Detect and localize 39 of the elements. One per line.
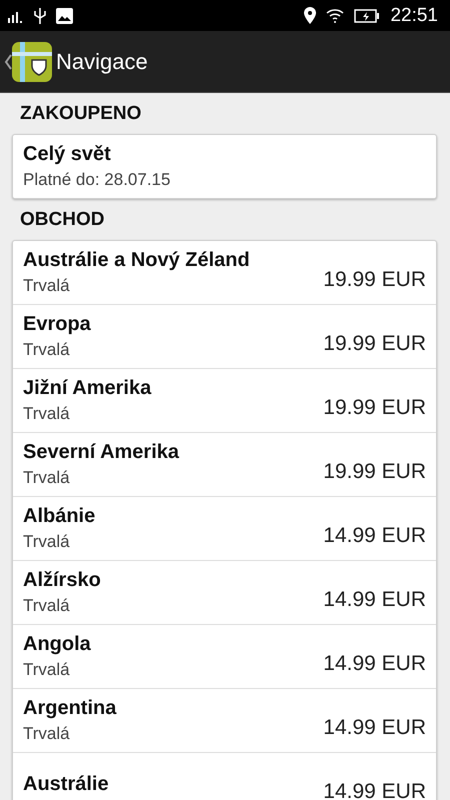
- item-price: 14.99 EUR: [323, 524, 426, 548]
- item-price: 19.99 EUR: [323, 396, 426, 420]
- item-name[interactable]: Austrálie a Nový Zéland: [23, 248, 324, 272]
- location-icon: [304, 7, 316, 24]
- item-subtitle: Trvalá: [23, 596, 71, 616]
- item-name[interactable]: Argentina: [23, 696, 324, 720]
- item-name[interactable]: Angola: [23, 632, 324, 656]
- item-subtitle: Trvalá: [23, 404, 71, 424]
- item-name[interactable]: Evropa: [23, 312, 324, 336]
- item-subtitle: Trvalá: [23, 276, 71, 296]
- app-logo-icon[interactable]: [12, 42, 52, 82]
- item-name[interactable]: Albánie: [23, 504, 324, 528]
- item-price: 19.99 EUR: [323, 332, 426, 356]
- image-icon: [56, 8, 73, 24]
- item-price: 14.99 EUR: [323, 780, 426, 800]
- item-name[interactable]: Celý svět: [23, 142, 426, 166]
- item-name[interactable]: Austrálie: [23, 772, 324, 796]
- wifi-icon: [326, 8, 344, 22]
- item-subtitle: Trvalá: [23, 340, 71, 360]
- item-subtitle: Platné do: 28.07.15: [23, 170, 172, 190]
- item-name[interactable]: Alžírsko: [23, 568, 324, 592]
- clock-time: 22:51: [390, 4, 438, 26]
- back-icon[interactable]: [4, 54, 12, 70]
- usb-icon: [34, 8, 46, 24]
- section-header: ZAKOUPENO: [19, 102, 142, 126]
- item-subtitle: Trvalá: [23, 468, 71, 488]
- battery-icon: [354, 8, 380, 22]
- section-header: OBCHOD: [19, 208, 106, 232]
- item-price: 14.99 EUR: [323, 716, 426, 740]
- item-price: 14.99 EUR: [323, 652, 426, 676]
- item-subtitle: Trvalá: [23, 532, 71, 552]
- item-subtitle: Trvalá: [23, 660, 71, 680]
- item-name[interactable]: Jižní Amerika: [23, 376, 324, 400]
- item-name[interactable]: Severní Amerika: [23, 440, 324, 464]
- item-subtitle: Trvalá: [23, 724, 71, 744]
- item-price: 19.99 EUR: [323, 460, 426, 484]
- item-price: 14.99 EUR: [323, 588, 426, 612]
- app-title: Navigace: [56, 48, 148, 74]
- item-price: 19.99 EUR: [323, 268, 426, 292]
